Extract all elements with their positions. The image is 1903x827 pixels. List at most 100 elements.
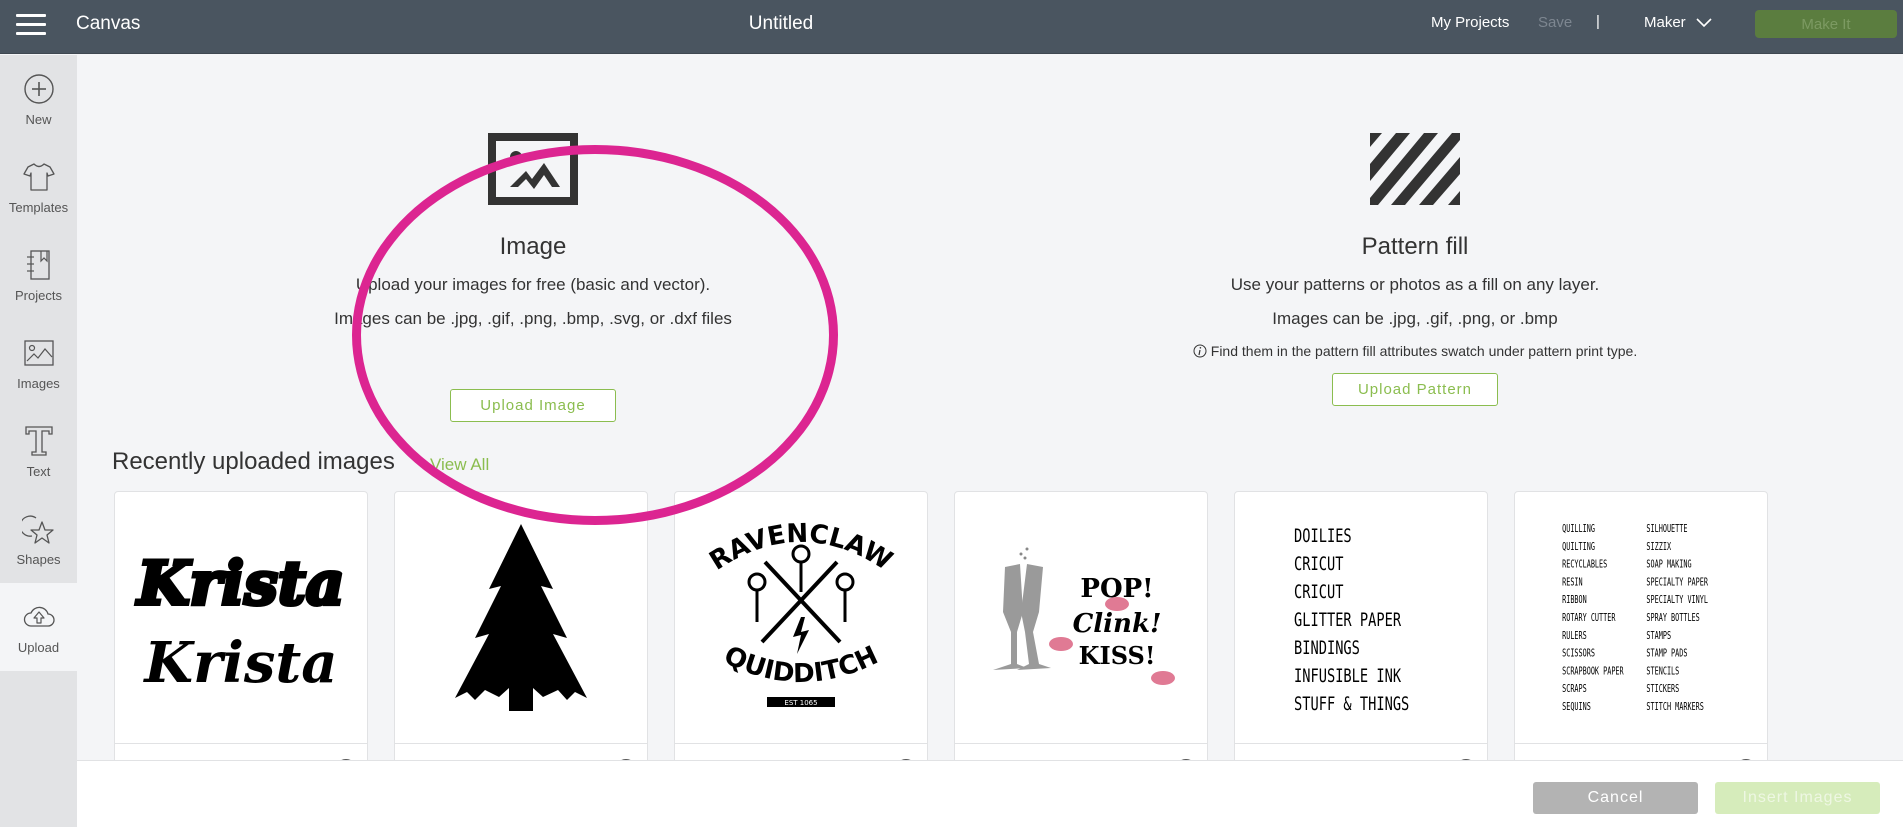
sidebar-item-images[interactable]: Images [0, 319, 77, 407]
sidebar-item-upload[interactable]: Upload [0, 583, 77, 671]
sidebar-item-label: Projects [15, 287, 62, 303]
make-it-button[interactable]: Make It [1755, 10, 1897, 38]
card-footer [115, 743, 367, 760]
image-text: ROTARY CUTTER [1562, 613, 1616, 625]
image-text: Clink! [1073, 609, 1162, 639]
image-card[interactable]: RAVENCLAW QUIDDITCH EST 1065 [674, 491, 928, 760]
view-all-link[interactable]: View All [430, 455, 489, 475]
image-upload-title: Image [499, 233, 567, 260]
save-button[interactable]: Save [1538, 14, 1572, 31]
dialog-footer: Cancel Insert Images [77, 760, 1903, 827]
image-text: Krista [136, 549, 345, 619]
sidebar-item-projects[interactable]: Projects [0, 231, 77, 319]
cancel-button[interactable]: Cancel [1533, 782, 1698, 814]
image-text: QUILTING [1562, 541, 1595, 553]
craft-list-image: QUILLING QUILTING RECYCLABLES RESIN RIBBON RO… [1562, 524, 1708, 714]
menu-icon[interactable] [16, 14, 46, 38]
image-text: STAMP PADS [1646, 648, 1687, 660]
image-upload-description: Upload your images for free (basic and v… [355, 275, 711, 294]
image-text: QUIDDITCH [719, 641, 882, 690]
image-thumbnail [395, 492, 647, 743]
image-text: BINDINGS [1294, 637, 1360, 659]
machine-select[interactable]: Maker [1644, 14, 1712, 31]
image-thumbnail: POP! Clink! KISS! [955, 492, 1207, 743]
pattern-note-text: Find them in the pattern fill attributes… [1210, 343, 1638, 359]
card-footer [955, 743, 1207, 760]
svg-text:QUIDDITCH: QUIDDITCH [719, 641, 882, 690]
pine-tree-image [455, 524, 587, 711]
image-text: GLITTER PAPER [1294, 609, 1401, 631]
image-card[interactable]: POP! Clink! KISS! [954, 491, 1208, 760]
recent-images-grid: Krista Krista RAVENCLAW QUIDDITCH EST 10… [114, 491, 1768, 760]
image-text: SEQUINS [1562, 702, 1591, 714]
image-upload-formats: Images can be .jpg, .gif, .png, .bmp, .s… [334, 309, 732, 328]
insert-images-button[interactable]: Insert Images [1715, 782, 1880, 814]
sidebar-item-label: Text [26, 463, 51, 479]
image-text: STICKERS [1646, 684, 1679, 696]
image-text: QUILLING [1562, 524, 1595, 536]
image-text: SPRAY BOTTLES [1646, 613, 1699, 625]
image-text: SPECIALTY VINYL [1646, 595, 1708, 607]
machine-label: Maker [1644, 14, 1686, 31]
upload-pattern-button[interactable]: Upload Pattern [1332, 373, 1498, 406]
image-text: SILHOUETTE [1646, 524, 1687, 536]
app-title: Canvas [76, 13, 141, 34]
image-text: KISS! [1079, 641, 1156, 670]
sidebar-item-templates[interactable]: Templates [0, 143, 77, 231]
sidebar-item-label: New [25, 111, 52, 127]
sidebar-item-label: Upload [17, 639, 60, 655]
pattern-upload-description: Use your patterns or photos as a fill on… [1230, 275, 1600, 294]
image-card[interactable] [394, 491, 648, 760]
document-title[interactable]: Untitled [749, 13, 813, 34]
image-text: RULERS [1562, 630, 1587, 642]
recent-uploads-heading: Recently uploaded images [112, 448, 395, 475]
image-text: CRICUT [1294, 553, 1343, 575]
sidebar-item-label: Images [17, 375, 60, 391]
image-text: SCRAPBOOK PAPER [1562, 666, 1624, 678]
image-text: CRICUT [1294, 581, 1343, 603]
sidebar-item-label: Templates [8, 199, 69, 215]
image-icon [23, 339, 54, 366]
pattern-upload-note: Find them in the pattern fill attributes… [1177, 343, 1653, 359]
pattern-upload-title: Pattern fill [1361, 233, 1469, 260]
image-text: RESIN [1562, 577, 1583, 589]
chevron-down-icon [1696, 17, 1712, 27]
top-bar: Canvas Untitled My Projects Save | Maker… [0, 0, 1903, 54]
plus-circle-icon [23, 73, 54, 104]
sidebar-item-new[interactable]: New [0, 55, 77, 143]
image-card[interactable]: DOILIES CRICUT CRICUT GLITTER PAPER BIND… [1234, 491, 1488, 760]
pattern-upload-formats: Images can be .jpg, .gif, .png, or .bmp [1272, 309, 1558, 328]
image-text: STAMPS [1646, 630, 1671, 642]
sidebar-item-shapes[interactable]: Shapes [0, 495, 77, 583]
image-text: Krista [142, 630, 337, 696]
image-upload-section: Image Upload your images for free (basic… [295, 133, 771, 422]
card-footer [675, 743, 927, 760]
image-text: EST 1065 [784, 699, 817, 707]
image-text: INFUSIBLE INK [1294, 665, 1401, 687]
sidebar: New Templates Projects Images Text Shape… [0, 55, 77, 827]
tshirt-icon [22, 162, 55, 191]
card-footer [1515, 743, 1767, 760]
image-thumbnail: QUILLING QUILTING RECYCLABLES RESIN RIBBON RO… [1515, 492, 1767, 743]
upload-panel: Image Upload your images for free (basic… [77, 55, 1903, 760]
image-text: RIBBON [1562, 595, 1587, 607]
sidebar-item-text[interactable]: Text [0, 407, 77, 495]
divider: | [1596, 13, 1600, 30]
my-projects-link[interactable]: My Projects [1431, 14, 1509, 31]
text-icon [24, 425, 53, 456]
image-text: DOILIES [1294, 525, 1352, 547]
card-footer [395, 743, 647, 760]
sidebar-item-label: Shapes [16, 551, 61, 567]
image-card[interactable]: Krista Krista [114, 491, 368, 760]
image-text: SCISSORS [1562, 648, 1595, 660]
image-text: RECYCLABLES [1562, 559, 1607, 571]
info-icon [1193, 344, 1207, 358]
image-text: SIZZIX [1646, 541, 1671, 553]
cloud-upload-icon [23, 606, 55, 627]
upload-image-button[interactable]: Upload Image [450, 389, 616, 422]
image-text: STUFF & THINGS [1294, 693, 1409, 715]
notebook-icon [26, 249, 50, 280]
image-text: SOAP MAKING [1646, 559, 1691, 571]
image-card[interactable]: QUILLING QUILTING RECYCLABLES RESIN RIBBON RO… [1514, 491, 1768, 760]
image-thumbnail: Krista Krista [115, 492, 367, 743]
